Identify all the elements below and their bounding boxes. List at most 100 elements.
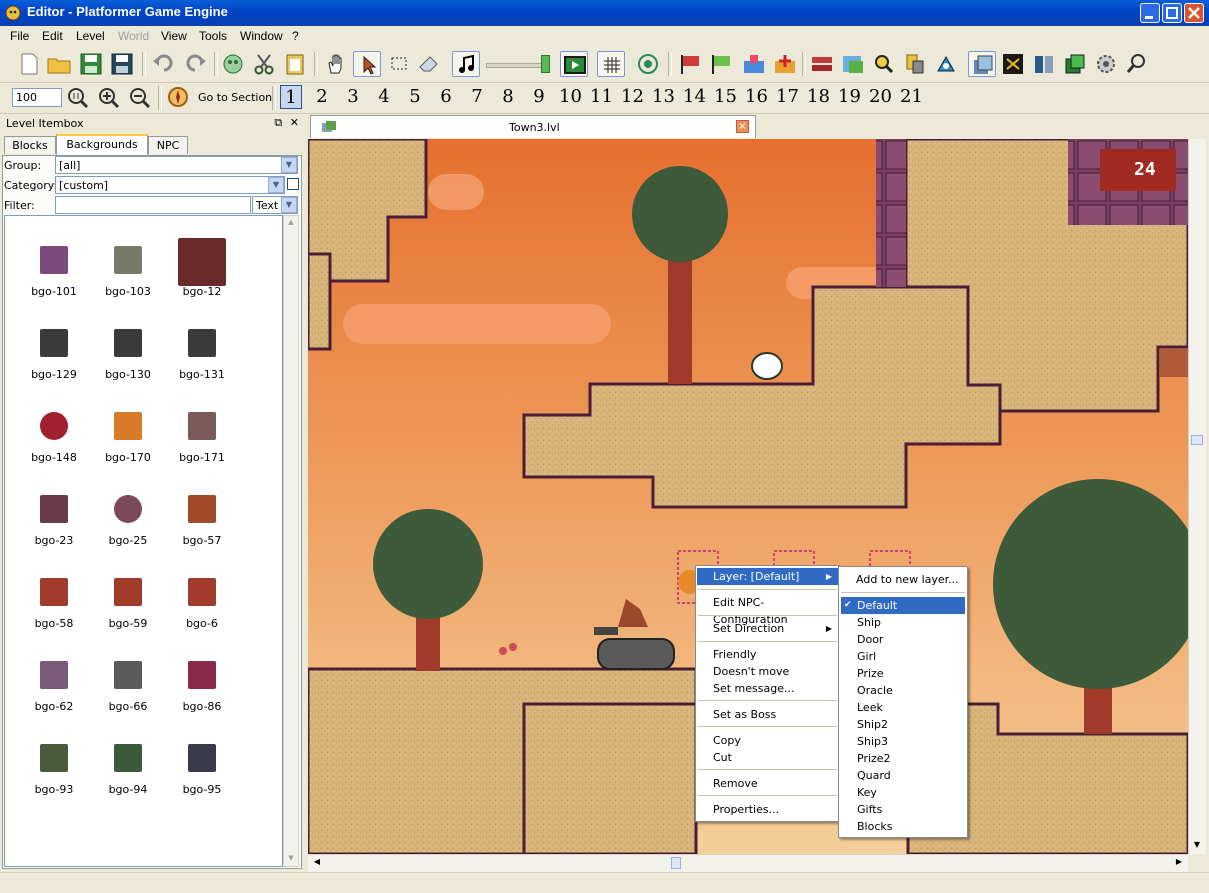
menu-item-set-as-boss[interactable]: Set as Boss	[697, 706, 838, 723]
play-test-icon[interactable]	[560, 51, 588, 77]
layer-item-gifts[interactable]: Gifts	[841, 801, 965, 818]
grid-icon[interactable]	[597, 51, 625, 77]
zoom-out-icon[interactable]	[126, 84, 154, 110]
menu-item-set-direction[interactable]: Set Direction ▶	[697, 620, 838, 637]
menu-item-friendly[interactable]: Friendly	[697, 646, 838, 663]
music-note-icon[interactable]	[452, 51, 480, 77]
menu-help[interactable]: ?	[292, 29, 299, 43]
bgo-item[interactable]: bgo-148	[19, 402, 89, 480]
menu-edit[interactable]: Edit	[42, 29, 63, 43]
section-button-10[interactable]: 10	[559, 85, 582, 109]
layer-item-default[interactable]: ✔ Default	[841, 597, 965, 614]
bgo-item[interactable]: bgo-170	[93, 402, 163, 480]
open-folder-icon[interactable]	[45, 51, 73, 77]
goto-section-label[interactable]: Go to Section	[198, 91, 272, 104]
document-tab[interactable]: Town3.lvl ×	[310, 115, 756, 138]
close-tab-icon[interactable]: ×	[736, 120, 749, 133]
bgo-item[interactable]: bgo-93	[19, 734, 89, 812]
bgo-item[interactable]: bgo-101	[19, 236, 89, 314]
bgo-item[interactable]: bgo-59	[93, 568, 163, 646]
section-button-16[interactable]: 16	[745, 85, 768, 109]
undo-icon[interactable]	[150, 51, 178, 77]
menu-item-remove[interactable]: Remove	[697, 775, 838, 792]
bgo-item[interactable]: bgo-58	[19, 568, 89, 646]
layer-item-leek[interactable]: Leek	[841, 699, 965, 716]
horizontal-scroll-thumb[interactable]	[671, 857, 681, 869]
layer-item-girl[interactable]: Girl	[841, 648, 965, 665]
section-button-11[interactable]: 11	[590, 85, 613, 109]
layer-item-ship3[interactable]: Ship3	[841, 733, 965, 750]
bgo-item[interactable]: bgo-66	[93, 651, 163, 729]
layer-item-quard[interactable]: Quard	[841, 767, 965, 784]
section-button-20[interactable]: 20	[869, 85, 892, 109]
section-button-13[interactable]: 13	[652, 85, 675, 109]
compass-icon[interactable]	[164, 84, 192, 110]
select-arrow-icon[interactable]	[353, 51, 381, 77]
magnifier-icon[interactable]	[1123, 51, 1151, 77]
close-button[interactable]	[1184, 3, 1204, 23]
section-button-21[interactable]: 21	[900, 85, 923, 109]
player2-start-icon[interactable]	[708, 51, 736, 77]
menu-item-properties[interactable]: Properties...	[697, 801, 838, 818]
bookmarks-icon[interactable]	[968, 51, 996, 77]
menu-file[interactable]: File	[10, 29, 29, 43]
save-icon[interactable]	[77, 51, 105, 77]
section-button-2[interactable]: 2	[311, 85, 333, 109]
section-button-19[interactable]: 19	[838, 85, 861, 109]
group-dropdown-icon[interactable]: ▼	[281, 157, 297, 173]
menu-item-cut[interactable]: Cut	[697, 749, 838, 766]
vertical-scroll-thumb[interactable]	[1191, 435, 1203, 445]
configure-icon[interactable]	[1092, 51, 1120, 77]
brick-column[interactable]	[876, 139, 906, 287]
tab-blocks[interactable]: Blocks	[4, 136, 56, 154]
scroll-left-icon[interactable]: ◀	[310, 857, 324, 869]
bgo-item[interactable]: bgo-94	[93, 734, 163, 812]
bgo-item[interactable]: bgo-131	[167, 319, 237, 397]
category-combobox[interactable]: [custom]	[55, 176, 285, 194]
menu-tools[interactable]: Tools	[199, 29, 227, 43]
scroll-down-icon[interactable]: ▼	[1191, 840, 1203, 852]
vertical-scrollbar[interactable]: ▼	[1188, 139, 1206, 854]
save-as-icon[interactable]	[108, 51, 136, 77]
layer-item-oracle[interactable]: Oracle	[841, 682, 965, 699]
section-button-8[interactable]: 8	[497, 85, 519, 109]
category-dropdown-icon[interactable]: ▼	[268, 177, 284, 193]
debugger-icon[interactable]	[999, 51, 1027, 77]
events-icon[interactable]	[932, 51, 960, 77]
scroll-right-icon[interactable]: ▶	[1172, 857, 1186, 869]
filter-mode-dropdown-icon[interactable]: ▼	[281, 197, 297, 213]
bgo-item[interactable]: bgo-95	[167, 734, 237, 812]
bgo-item[interactable]: bgo-25	[93, 485, 163, 563]
maximize-button[interactable]	[1162, 3, 1182, 23]
dock-close-icon[interactable]: ✕	[290, 116, 299, 129]
select-only-icon[interactable]	[386, 51, 414, 77]
group-combobox[interactable]: [all]	[55, 156, 298, 174]
bgo-item[interactable]: bgo-129	[19, 319, 89, 397]
volume-slider-handle[interactable]	[541, 55, 550, 73]
eraser-icon[interactable]	[415, 51, 443, 77]
section-button-17[interactable]: 17	[776, 85, 799, 109]
scroll-up-icon[interactable]: ▲	[286, 218, 296, 228]
menu-world[interactable]: World	[118, 29, 149, 43]
section-button-18[interactable]: 18	[807, 85, 830, 109]
section-button-1[interactable]: 1	[280, 85, 302, 109]
bgo-item[interactable]: bgo-6	[167, 568, 237, 646]
bgo-item[interactable]: bgo-171	[167, 402, 237, 480]
paste-icon[interactable]	[281, 51, 309, 77]
npc-bubble[interactable]	[751, 352, 783, 380]
layer-item-door[interactable]: Door	[841, 631, 965, 648]
zoom-in-icon[interactable]	[95, 84, 123, 110]
menu-item-edit-npc-config[interactable]: Edit NPC-Configuration	[697, 594, 838, 626]
filter-input[interactable]	[55, 196, 251, 214]
new-file-icon[interactable]	[15, 51, 43, 77]
layer-item-blocks[interactable]: Blocks	[841, 818, 965, 835]
copy-layer-icon[interactable]	[1061, 51, 1089, 77]
redo-icon[interactable]	[181, 51, 209, 77]
scroll-down-icon[interactable]: ▼	[286, 854, 296, 864]
horizontal-scrollbar[interactable]: ◀ ▶	[308, 854, 1188, 872]
cut-icon[interactable]	[250, 51, 278, 77]
category-checkbox[interactable]	[287, 178, 299, 190]
menu-level[interactable]: Level	[76, 29, 105, 43]
layer-item-prize[interactable]: Prize	[841, 665, 965, 682]
section-button-6[interactable]: 6	[435, 85, 457, 109]
